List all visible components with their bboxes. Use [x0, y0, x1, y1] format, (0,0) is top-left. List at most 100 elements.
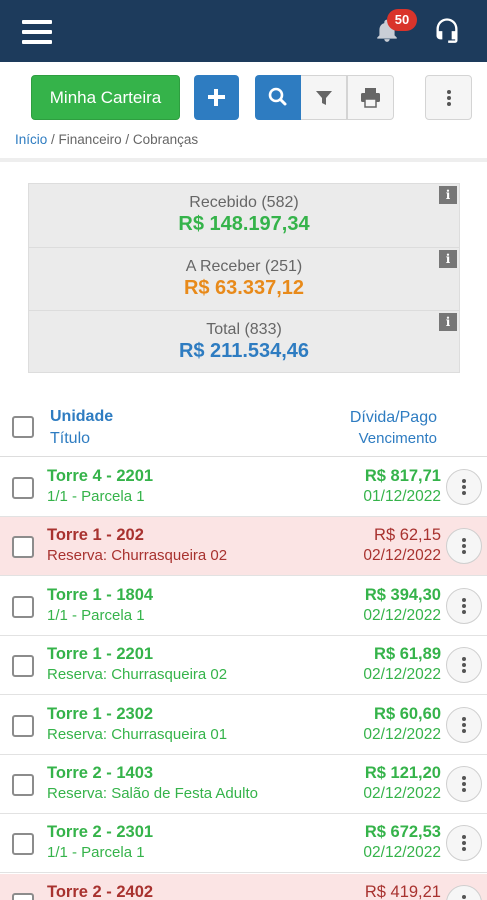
row-amount: R$ 419,21	[364, 883, 441, 900]
headset-support-icon[interactable]	[433, 16, 461, 44]
column-unit-header[interactable]: Unidade	[50, 408, 113, 426]
row-amount: R$ 61,89	[374, 645, 441, 663]
row-amount: R$ 394,30	[364, 586, 441, 604]
column-due-date-header[interactable]: Vencimento	[359, 430, 437, 447]
row-unit: Torre 4 - 2201	[47, 467, 154, 485]
row-amount: R$ 672,53	[364, 823, 441, 841]
more-vertical-icon	[462, 538, 466, 554]
filter-button[interactable]	[301, 75, 347, 120]
info-icon[interactable]: i	[439, 186, 457, 204]
row-options-button[interactable]	[446, 469, 482, 505]
row-title: 1/1 - Parcela 1	[47, 844, 145, 861]
row-amount: R$ 121,20	[364, 764, 441, 782]
row-due-date: 02/12/2022	[363, 607, 441, 624]
more-vertical-icon	[462, 895, 466, 900]
row-title: Reserva: Churrasqueira 01	[47, 726, 228, 743]
breadcrumb-current: Cobranças	[132, 132, 199, 147]
row-checkbox[interactable]	[12, 477, 34, 499]
toolbar: Minha Carteira Início / Financeiro / Cob…	[0, 62, 487, 158]
row-options-button[interactable]	[446, 707, 482, 743]
row-unit: Torre 1 - 2201	[47, 645, 154, 663]
info-icon[interactable]: i	[439, 313, 457, 331]
print-button[interactable]	[347, 75, 394, 120]
summary-card: Recebido (582) R$ 148.197,34 i A Receber…	[28, 183, 460, 373]
row-due-date: 02/12/2022	[363, 844, 441, 861]
table-row[interactable]: Torre 2 - 2301 1/1 - Parcela 1 R$ 672,53 02…	[0, 814, 487, 873]
more-vertical-icon	[462, 717, 466, 733]
table-row[interactable]: Torre 2 - 1403 Reserva: Salão de Festa Ad…	[0, 755, 487, 814]
row-options-button[interactable]	[446, 885, 482, 900]
search-icon	[268, 87, 287, 106]
row-checkbox[interactable]	[12, 655, 34, 677]
filter-icon	[316, 91, 332, 105]
search-button[interactable]	[255, 75, 301, 120]
total-value: R$ 211.534,46	[178, 340, 310, 362]
row-title: 1/1 - Parcela 1	[47, 607, 145, 624]
menu-icon[interactable]	[22, 20, 52, 44]
table-row[interactable]: Torre 1 - 2201 Reserva: Churrasqueira 02 R…	[0, 636, 487, 695]
table-row[interactable]: Torre 4 - 2201 1/1 - Parcela 1 R$ 817,71 01…	[0, 458, 487, 517]
summary-receivable: A Receber (251) R$ 63.337,12 i	[29, 247, 459, 310]
table-row[interactable]: Torre 1 - 202 Reserva: Churrasqueira 02 R$…	[0, 517, 487, 576]
breadcrumb-separator: /	[47, 132, 59, 147]
row-due-date: 02/12/2022	[363, 785, 441, 802]
row-options-button[interactable]	[446, 528, 482, 564]
receivable-label: A Receber (251)	[185, 258, 303, 275]
row-due-date: 02/12/2022	[363, 547, 441, 564]
row-unit: Torre 2 - 2301	[47, 823, 154, 841]
breadcrumb-home-link[interactable]: Início	[15, 132, 47, 147]
section-divider	[0, 158, 487, 162]
column-debt-paid-header[interactable]: Dívida/Pago	[350, 409, 437, 427]
top-app-bar: 50	[0, 0, 487, 62]
breadcrumb-finance: Financeiro	[58, 132, 122, 147]
row-options-button[interactable]	[446, 647, 482, 683]
summary-total: Total (833) R$ 211.534,46 i	[29, 310, 459, 373]
row-amount: R$ 817,71	[364, 467, 441, 485]
add-button[interactable]	[194, 75, 239, 120]
more-vertical-icon	[462, 776, 466, 792]
row-options-button[interactable]	[446, 588, 482, 624]
more-vertical-icon	[462, 657, 466, 673]
breadcrumb-separator: /	[121, 132, 133, 147]
print-icon	[361, 88, 380, 108]
received-value: R$ 148.197,34	[178, 213, 310, 235]
row-checkbox[interactable]	[12, 893, 34, 900]
info-icon[interactable]: i	[439, 250, 457, 268]
notifications-badge: 50	[387, 9, 417, 31]
total-label: Total (833)	[206, 321, 282, 338]
summary-received: Recebido (582) R$ 148.197,34 i	[29, 184, 459, 247]
row-due-date: 02/12/2022	[363, 666, 441, 683]
row-unit: Torre 2 - 1403	[47, 764, 154, 782]
more-vertical-icon	[462, 479, 466, 495]
row-title: Reserva: Churrasqueira 02	[47, 666, 228, 683]
more-vertical-icon	[462, 598, 466, 614]
row-title: Reserva: Salão de Festa Adulto	[47, 785, 258, 802]
list-header: Unidade Título Dívida/Pago Vencimento	[0, 400, 487, 457]
table-row[interactable]: Torre 1 - 1804 1/1 - Parcela 1 R$ 394,30 02…	[0, 577, 487, 636]
row-checkbox[interactable]	[12, 536, 34, 558]
received-label: Recebido (582)	[189, 194, 299, 211]
table-row[interactable]: Torre 2 - 2402 R$ 419,21	[0, 874, 487, 900]
row-unit: Torre 1 - 1804	[47, 586, 154, 604]
row-amount: R$ 62,15	[374, 526, 441, 544]
row-due-date: 02/12/2022	[363, 726, 441, 743]
row-unit: Torre 1 - 202	[47, 526, 144, 544]
row-checkbox[interactable]	[12, 774, 34, 796]
more-options-button[interactable]	[425, 75, 472, 120]
row-unit: Torre 1 - 2302	[47, 705, 154, 723]
my-wallet-button[interactable]: Minha Carteira	[31, 75, 180, 120]
row-due-date: 01/12/2022	[363, 488, 441, 505]
row-checkbox[interactable]	[12, 833, 34, 855]
row-checkbox[interactable]	[12, 715, 34, 737]
breadcrumb: Início / Financeiro / Cobranças	[15, 132, 198, 147]
action-button-group	[255, 75, 394, 120]
more-vertical-icon	[462, 835, 466, 851]
row-options-button[interactable]	[446, 766, 482, 802]
row-checkbox[interactable]	[12, 596, 34, 618]
table-row[interactable]: Torre 1 - 2302 Reserva: Churrasqueira 01 R…	[0, 696, 487, 755]
select-all-checkbox[interactable]	[12, 416, 34, 438]
row-title: Reserva: Churrasqueira 02	[47, 547, 228, 564]
more-vertical-icon	[446, 89, 451, 106]
column-title-header[interactable]: Título	[50, 430, 90, 448]
row-options-button[interactable]	[446, 825, 482, 861]
